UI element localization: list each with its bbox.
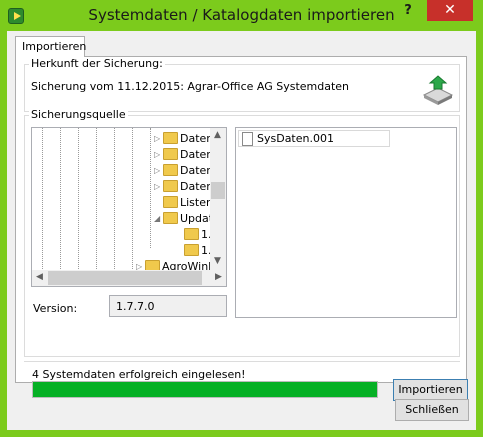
tab-importieren[interactable]: Importieren [15, 36, 86, 57]
tree-item-label: Daten [180, 180, 214, 193]
tree-guide [114, 128, 115, 271]
collapse-icon[interactable]: ◢ [154, 214, 163, 223]
title-bar[interactable]: Systemdaten / Katalogdaten importieren ?… [0, 0, 483, 31]
import-drive-icon [422, 75, 454, 105]
tree-item[interactable]: 1. [184, 228, 212, 244]
folder-icon [163, 148, 178, 160]
folder-icon [184, 244, 199, 256]
scroll-right-icon[interactable]: ▶ [215, 272, 222, 282]
scroll-left-icon[interactable]: ◀ [36, 272, 43, 282]
tree-item[interactable]: ▷ Daten [154, 180, 213, 196]
file-list[interactable]: SysDaten.001 [235, 127, 457, 318]
folder-icon [163, 212, 178, 224]
help-button[interactable]: ? [393, 0, 423, 21]
tree-horizontal-scrollbar[interactable]: ◀ ▶ [32, 270, 226, 286]
horizontal-scroll-thumb[interactable] [48, 271, 202, 285]
expand-icon[interactable]: ▷ [154, 182, 163, 191]
tree-item[interactable]: 1. [184, 244, 212, 260]
version-label: Version: [33, 302, 78, 315]
herkunft-text: Sicherung vom 11.12.2015: Agrar-Office A… [31, 80, 350, 93]
folder-icon [163, 132, 178, 144]
status-text: 4 Systemdaten erfolgreich eingelesen! [32, 368, 246, 381]
tree-guide [96, 128, 97, 271]
tree-guide [42, 128, 43, 271]
tree-item-label: Updat [180, 212, 214, 225]
tree-item[interactable]: ▷ Daten [154, 132, 213, 148]
tree-vertical-scrollbar[interactable]: ▲ ▼ [210, 128, 226, 271]
expand-icon[interactable]: ▷ [154, 150, 163, 159]
folder-icon [163, 180, 178, 192]
sicherungsquelle-title: Sicherungsquelle [29, 108, 128, 121]
import-button[interactable]: Importieren [393, 379, 468, 401]
dialog-client-area: Importieren Herkunft der Sicherung: Sich… [7, 31, 476, 430]
sicherungsquelle-group: Sicherungsquelle ▷ Daten ▷ Daten ▷ Daten ▷ D… [24, 108, 460, 357]
tree-guide [150, 128, 151, 248]
scroll-down-icon[interactable]: ▼ [214, 256, 221, 266]
folder-icon [184, 228, 199, 240]
tab-panel: Herkunft der Sicherung: Sicherung vom 11… [15, 56, 468, 401]
tree-item-label: Listen [180, 196, 213, 209]
vertical-scroll-thumb[interactable] [211, 182, 225, 199]
tree-item-label: Daten [180, 164, 214, 177]
expand-icon[interactable]: ▷ [154, 166, 163, 175]
version-field: 1.7.7.0 [109, 295, 227, 317]
scroll-up-icon[interactable]: ▲ [214, 130, 221, 140]
folder-icon [163, 164, 178, 176]
herkunft-group: Herkunft der Sicherung: Sicherung vom 11… [24, 57, 460, 112]
close-window-button[interactable]: ✕ [427, 0, 473, 21]
tree-item[interactable]: ◢ Updat [154, 212, 213, 228]
dialog-window: Systemdaten / Katalogdaten importieren ?… [0, 0, 483, 437]
tree-guide [78, 128, 79, 271]
herkunft-title: Herkunft der Sicherung: [29, 57, 165, 70]
folder-tree[interactable]: ▷ Daten ▷ Daten ▷ Daten ▷ Daten Listen ◢ Upda… [31, 127, 227, 287]
tree-item[interactable]: ▷ Daten [154, 148, 213, 164]
tree-item-label: Daten [180, 148, 214, 161]
progress-fill [33, 382, 377, 397]
close-button[interactable]: Schließen [395, 399, 469, 421]
tree-item[interactable]: ▷ Daten [154, 164, 213, 180]
tree-item-label: Daten [180, 132, 214, 145]
expand-icon[interactable]: ▷ [154, 134, 163, 143]
tree-guide [60, 128, 61, 271]
progress-bar [32, 381, 378, 398]
folder-icon [163, 196, 178, 208]
file-list-item[interactable]: SysDaten.001 [238, 130, 390, 147]
file-name: SysDaten.001 [257, 132, 334, 145]
file-icon [242, 132, 253, 146]
tree-item[interactable]: Listen [163, 196, 213, 212]
tree-guide [132, 128, 133, 271]
